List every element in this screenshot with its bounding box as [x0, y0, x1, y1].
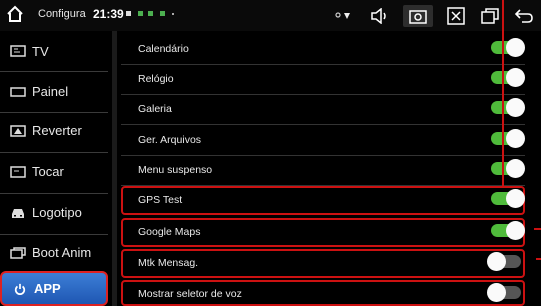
item-label: Ger. Arquivos [138, 134, 202, 146]
boot-anim-icon [10, 246, 26, 259]
toggle-switch[interactable] [491, 98, 525, 117]
sidebar-item-label: Logotipo [32, 205, 82, 220]
toggle-switch[interactable] [491, 221, 525, 240]
panel-icon [10, 86, 26, 97]
sidebar-item-label: Boot Anim [32, 245, 92, 260]
sidebar-item-logotipo[interactable]: Logotipo [0, 191, 108, 234]
list-item-highlighted[interactable]: Google Maps [121, 218, 525, 247]
status-bar: Configura 21:39 [0, 0, 541, 31]
list-item[interactable]: Calendário [121, 35, 525, 65]
scrollbar[interactable] [112, 31, 117, 306]
list-item-highlighted[interactable]: Mostrar seletor de voz [121, 280, 525, 306]
item-label: Relógio [138, 73, 174, 85]
tv-icon [10, 45, 26, 57]
list-item[interactable]: Menu suspenso [121, 156, 525, 186]
list-item-highlighted[interactable]: GPS Test [121, 186, 525, 215]
sidebar-item-label: Reverter [32, 123, 82, 138]
reverse-camera-icon [10, 124, 26, 137]
sidebar-item-tv[interactable]: TV [0, 31, 108, 71]
annotation-line [534, 228, 541, 230]
sidebar-item-app[interactable]: APP [0, 271, 108, 306]
sidebar-item-label: Tocar [32, 164, 64, 179]
sidebar-item-painel[interactable]: Painel [0, 70, 108, 113]
item-label: Mtk Mensag. [138, 257, 199, 269]
list-item[interactable]: Ger. Arquivos [121, 126, 525, 156]
page-title: Configura [38, 8, 86, 20]
list-item[interactable]: Galeria [121, 95, 525, 125]
car-icon [12, 208, 24, 218]
list-item-highlighted[interactable]: Mtk Mensag. [121, 249, 525, 278]
sidebar-item-label: TV [32, 43, 49, 59]
sidebar-item-reverter[interactable]: Reverter [0, 109, 108, 152]
item-label: Google Maps [138, 226, 201, 238]
close-icon[interactable] [445, 5, 467, 27]
clock: 21:39 [93, 7, 124, 21]
item-label: GPS Test [138, 194, 183, 206]
sidebar-item-boot-anim[interactable]: Boot Anim [0, 231, 108, 274]
annotation-line [502, 0, 504, 186]
sidebar-item-label: APP [34, 281, 61, 296]
volume-icon[interactable] [369, 5, 391, 27]
screenshot-icon[interactable] [403, 4, 433, 27]
gps-wifi-status-icon [335, 5, 357, 27]
item-label: Menu suspenso [138, 164, 213, 176]
item-label: Calendário [138, 43, 189, 55]
back-icon[interactable] [513, 5, 535, 27]
touch-icon [10, 165, 26, 178]
toggle-switch[interactable] [491, 129, 525, 148]
toggle-switch[interactable] [491, 38, 525, 57]
toggle-switch[interactable] [491, 68, 525, 87]
list-item[interactable]: Relógio [121, 65, 525, 95]
toggle-switch[interactable] [487, 283, 521, 302]
annotation-line [536, 258, 541, 260]
app-toggle-list: Calendário Relógio Galeria Ger. Arquivos… [118, 31, 541, 306]
item-label: Mostrar seletor de voz [138, 288, 242, 300]
settings-sidebar: TV Painel Reverter Tocar Logotipo Boot A… [0, 31, 112, 306]
toggle-switch[interactable] [491, 159, 525, 178]
item-label: Galeria [138, 103, 172, 115]
power-icon [14, 283, 26, 295]
home-icon[interactable] [6, 5, 24, 23]
toggle-switch[interactable] [487, 252, 521, 271]
notification-icons [126, 11, 174, 16]
sidebar-item-label: Painel [32, 84, 69, 99]
sidebar-item-tocar[interactable]: Tocar [0, 150, 108, 193]
multiwindow-icon[interactable] [479, 5, 501, 27]
toggle-switch[interactable] [491, 189, 525, 208]
